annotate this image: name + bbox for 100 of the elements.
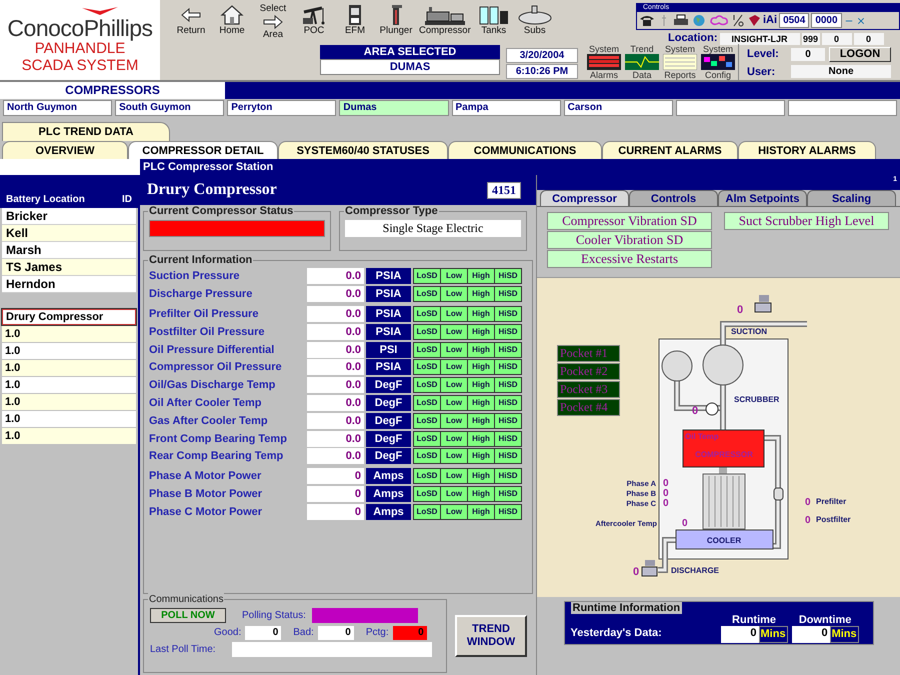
list-item[interactable]: Marsh — [2, 242, 136, 259]
area-tab[interactable]: Carson — [564, 100, 673, 116]
alarm-limit-button[interactable]: LoSD — [414, 269, 440, 284]
system-button[interactable]: Trend Data — [624, 44, 660, 80]
alarm-limit-button[interactable]: HiSD — [495, 324, 521, 339]
alarm-limit-button[interactable]: High — [468, 378, 494, 392]
system-button[interactable]: System Alarms — [586, 44, 622, 80]
telephone-icon[interactable] — [639, 14, 655, 27]
alarm-limit-button[interactable]: LoSD — [414, 287, 440, 302]
toolbar-button[interactable]: Select Area — [254, 4, 292, 40]
alarm-limit-button[interactable]: High — [468, 504, 494, 519]
list-item[interactable]: Drury Compressor — [2, 309, 136, 325]
tab[interactable]: Compressor — [540, 190, 629, 206]
alarm-limit-button[interactable]: High — [468, 324, 494, 339]
fraction-icon[interactable] — [731, 14, 745, 27]
alarm-limit-button[interactable]: LoSD — [414, 378, 440, 392]
alarm-limit-button[interactable]: LoSD — [414, 486, 440, 501]
tab[interactable]: COMPRESSOR DETAIL — [128, 141, 278, 159]
alarm-limit-button[interactable]: LoSD — [414, 342, 440, 357]
alarm-limit-button[interactable]: Low — [441, 324, 467, 339]
list-item[interactable]: 1.0 — [2, 343, 136, 359]
alarm-limit-button[interactable]: HiSD — [495, 360, 521, 374]
alarm-limit-button[interactable]: HiSD — [495, 504, 521, 519]
list-item[interactable]: 1.0 — [2, 411, 136, 427]
list-item[interactable]: 1.0 — [2, 394, 136, 410]
alarm-limit-button[interactable]: HiSD — [495, 469, 521, 484]
logon-button[interactable]: LOGON — [829, 46, 891, 62]
alarm-limit-button[interactable]: HiSD — [495, 287, 521, 302]
tab[interactable]: SYSTEM60/40 STATUSES — [278, 141, 448, 159]
alarm-limit-button[interactable]: LoSD — [414, 396, 440, 410]
list-item[interactable]: TS James — [2, 259, 136, 276]
alarm-limit-button[interactable]: Low — [441, 269, 467, 284]
alarm-limit-button[interactable]: Low — [441, 469, 467, 484]
alarm-limit-button[interactable]: HiSD — [495, 306, 521, 321]
system-button[interactable]: System Reports — [662, 44, 698, 80]
toolbar-button[interactable]: Plunger — [377, 4, 415, 36]
toolbar-button[interactable]: EFM — [336, 4, 374, 36]
alarm-limit-button[interactable]: High — [468, 432, 494, 446]
tab[interactable]: COMMUNICATIONS — [448, 141, 602, 159]
list-item[interactable]: 1.0 — [2, 326, 136, 342]
alarm-limit-button[interactable]: HiSD — [495, 396, 521, 410]
alarm-limit-button[interactable]: High — [468, 486, 494, 501]
alarm-limit-button[interactable]: HiSD — [495, 449, 521, 464]
alarm-limit-button[interactable]: HiSD — [495, 269, 521, 284]
alarm-limit-button[interactable]: Low — [441, 360, 467, 374]
alarm-limit-button[interactable]: LoSD — [414, 449, 440, 464]
tab[interactable]: Controls — [629, 190, 718, 206]
alarm-limit-button[interactable]: Low — [441, 396, 467, 410]
alarm-limit-button[interactable]: LoSD — [414, 432, 440, 446]
alarm-limit-button[interactable]: High — [468, 269, 494, 284]
tab[interactable]: Scaling — [807, 190, 896, 206]
toolbar-button[interactable]: Home — [213, 4, 251, 36]
alarm-limit-button[interactable]: HiSD — [495, 414, 521, 428]
alarm-limit-button[interactable]: High — [468, 414, 494, 428]
tab[interactable]: HISTORY ALARMS — [738, 141, 876, 159]
alarm-limit-button[interactable]: Low — [441, 287, 467, 302]
area-tab[interactable]: Perryton — [227, 100, 336, 116]
alarm-limit-button[interactable]: High — [468, 306, 494, 321]
toolbar-button[interactable]: Return — [172, 4, 210, 36]
alarm-limit-button[interactable]: HiSD — [495, 432, 521, 446]
alarm-limit-button[interactable]: LoSD — [414, 504, 440, 519]
area-tab[interactable]: Pampa — [452, 100, 561, 116]
alarm-limit-button[interactable]: LoSD — [414, 360, 440, 374]
alarm-limit-button[interactable]: High — [468, 469, 494, 484]
alarm-limit-button[interactable]: HiSD — [495, 486, 521, 501]
list-item[interactable]: 1.0 — [2, 377, 136, 393]
tab[interactable]: CURRENT ALARMS — [602, 141, 738, 159]
alarm-limit-button[interactable]: High — [468, 396, 494, 410]
area-tab[interactable]: South Guymon — [115, 100, 224, 116]
toolbar-button[interactable]: POC — [295, 4, 333, 36]
tab[interactable]: Alm Setpoints — [718, 190, 807, 206]
alarm-limit-button[interactable]: Low — [441, 504, 467, 519]
alarm-limit-button[interactable]: Low — [441, 342, 467, 357]
alarm-limit-button[interactable]: High — [468, 449, 494, 464]
trend-window-button[interactable]: TREND WINDOW — [455, 615, 527, 657]
alarm-limit-button[interactable]: Low — [441, 378, 467, 392]
alarm-limit-button[interactable]: LoSD — [414, 306, 440, 321]
alarm-limit-button[interactable]: HiSD — [495, 342, 521, 357]
toolbar-button[interactable]: Tanks — [474, 4, 513, 36]
area-tab[interactable]: North Guymon — [3, 100, 112, 116]
area-tab[interactable]: Dumas — [339, 100, 448, 116]
alarm-limit-button[interactable]: LoSD — [414, 414, 440, 428]
system-button[interactable]: System Config — [700, 44, 736, 80]
list-item[interactable]: 1.0 — [2, 428, 136, 444]
alarm-limit-button[interactable]: High — [468, 342, 494, 357]
alarm-limit-button[interactable]: Low — [441, 306, 467, 321]
tab[interactable]: OVERVIEW — [2, 141, 128, 159]
alarm-limit-button[interactable]: HiSD — [495, 378, 521, 392]
alarm-limit-button[interactable]: Low — [441, 414, 467, 428]
alarm-limit-button[interactable]: Low — [441, 449, 467, 464]
empty-area-tab[interactable] — [788, 100, 897, 116]
alarm-limit-button[interactable]: Low — [441, 486, 467, 501]
alarm-limit-button[interactable]: Low — [441, 432, 467, 446]
list-item[interactable]: Herndon — [2, 276, 136, 293]
list-item[interactable]: Kell — [2, 225, 136, 242]
empty-area-tab[interactable] — [676, 100, 785, 116]
alarm-limit-button[interactable]: High — [468, 360, 494, 374]
tab[interactable]: PLC TREND DATA — [2, 122, 170, 141]
toolbar-button[interactable]: Subs — [516, 4, 554, 36]
printer-icon[interactable] — [673, 14, 689, 27]
